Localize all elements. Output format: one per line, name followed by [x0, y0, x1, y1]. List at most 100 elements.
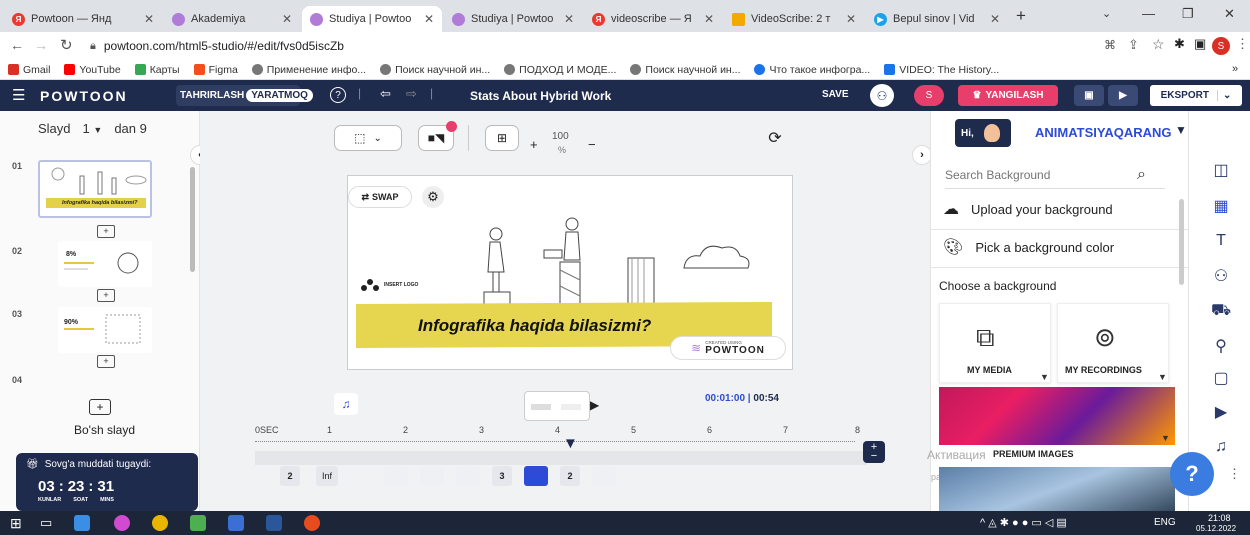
zoom-in-button[interactable]: +: [530, 137, 538, 152]
more-bookmarks-icon[interactable]: »: [1232, 63, 1238, 75]
browser-tab-active[interactable]: Studiya | Powtoo ✕: [302, 6, 442, 32]
browser-tab[interactable]: VideoScribe: 2 т ✕: [724, 6, 864, 32]
help-chat-button[interactable]: ?: [1170, 452, 1214, 496]
bookmark[interactable]: VIDEO: The History...: [884, 64, 999, 76]
scene-thumb[interactable]: [456, 466, 480, 486]
playhead-marker-icon[interactable]: ▼: [563, 435, 578, 452]
minimize-icon[interactable]: —: [1142, 6, 1155, 21]
share-icon[interactable]: ⇪: [1128, 37, 1139, 53]
task-view-icon[interactable]: ▭: [40, 515, 52, 531]
scene-chip[interactable]: Inf: [316, 466, 338, 486]
opera-icon[interactable]: [152, 515, 168, 531]
bookmark[interactable]: Поиск научной ин...: [630, 64, 740, 76]
slide-thumbnail-3[interactable]: 90%: [58, 307, 152, 353]
mode-edit-label[interactable]: TAHRIRLASH: [180, 90, 244, 101]
scene-thumb[interactable]: [420, 466, 444, 486]
file-explorer-icon[interactable]: [74, 515, 90, 531]
bookmark[interactable]: Figma: [193, 64, 238, 76]
system-tray-icons[interactable]: ^ ◬ ✱ ● ● ▭ ◁ ▤: [980, 516, 1067, 529]
character-avatar[interactable]: Hi,: [955, 119, 1011, 147]
timeline-track[interactable]: [255, 451, 867, 465]
slide-thumbnail-1[interactable]: Infografika haqida bilasizmi?: [38, 160, 152, 218]
yandex-browser-icon[interactable]: [304, 515, 320, 531]
music-button[interactable]: ♫: [334, 393, 358, 415]
timeline-ruler[interactable]: 0SEC 1 2 3 4 5 6 7 8 ▼: [255, 421, 875, 465]
duplicate-slide-icon[interactable]: +: [97, 355, 115, 368]
panel-scrollbar[interactable]: [1179, 199, 1184, 285]
save-button[interactable]: SAVE: [822, 89, 849, 100]
scene-duration-chip[interactable]: 3: [492, 466, 512, 486]
insert-logo-placeholder[interactable]: INSERT LOGO: [384, 282, 418, 288]
help-icon[interactable]: ?: [330, 87, 346, 103]
chevron-down-icon[interactable]: ▼: [1175, 123, 1187, 137]
extensions-icon[interactable]: ✱: [1174, 36, 1185, 52]
star-icon[interactable]: ☆: [1152, 36, 1165, 53]
more-icon[interactable]: ⋮: [1228, 466, 1241, 482]
background-image-card[interactable]: [939, 467, 1175, 511]
add-collaborator-icon[interactable]: ⚇: [870, 84, 894, 107]
close-icon[interactable]: ✕: [144, 12, 154, 26]
slides-scrollbar[interactable]: [190, 167, 195, 272]
close-icon[interactable]: ✕: [704, 12, 714, 26]
url-field[interactable]: 🔒︎ powtoon.com/html5-studio/#/edit/fvs0d…: [90, 36, 1090, 56]
language-indicator[interactable]: ENG: [1154, 517, 1176, 528]
expand-right-panel-button[interactable]: ›: [912, 145, 932, 165]
browser-tab[interactable]: Я videoscribe — Я ✕: [584, 6, 722, 32]
scene-thumb-active[interactable]: [524, 466, 548, 486]
video-icon[interactable]: ▶: [1211, 403, 1231, 423]
props-icon[interactable]: ⛟: [1211, 301, 1231, 321]
sidepanel-icon[interactable]: ▣: [1194, 36, 1206, 52]
bookmark[interactable]: Что такое инфогра...: [754, 64, 870, 76]
blank-slide-button[interactable]: Bo'sh slayd: [74, 423, 135, 437]
bookmark[interactable]: Gmail: [8, 64, 50, 76]
bookmark[interactable]: YouTube: [64, 64, 121, 76]
browser-tab[interactable]: ▶ Bepul sinov | Vid ✕: [866, 6, 1008, 32]
premium-images-card[interactable]: ▼: [939, 387, 1175, 445]
close-icon[interactable]: ✕: [846, 12, 856, 26]
browser-app-icon[interactable]: [114, 515, 130, 531]
word-icon[interactable]: [266, 515, 282, 531]
save-app-icon[interactable]: [228, 515, 244, 531]
clock-date[interactable]: 05.12.2022: [1196, 524, 1236, 533]
upgrade-button[interactable]: ♛ YANGILASH: [958, 85, 1058, 106]
duplicate-slide-icon[interactable]: +: [97, 289, 115, 302]
mode-create-label[interactable]: YARATMOQ: [246, 89, 313, 102]
browser-tab[interactable]: Akademiya ✕: [164, 6, 300, 32]
text-icon[interactable]: T: [1211, 231, 1231, 251]
stage-canvas[interactable]: ⇄ SWAP ⚙ INSERT LOGO Infografika haqida b…: [347, 175, 793, 370]
aspect-ratio-button[interactable]: ⬚ ⌄: [334, 125, 402, 151]
undo-icon[interactable]: ⇦: [380, 86, 391, 102]
scene-preview-popup[interactable]: [524, 391, 590, 421]
duplicate-slide-icon[interactable]: +: [97, 225, 115, 238]
app-icon[interactable]: [190, 515, 206, 531]
menu-icon[interactable]: ⋮: [1236, 36, 1249, 52]
search-icon[interactable]: ⌕: [1137, 166, 1146, 184]
scene-duration-chip[interactable]: 2: [280, 466, 300, 486]
search-input[interactable]: [945, 167, 1125, 182]
close-icon[interactable]: ✕: [990, 12, 1000, 26]
preview-mode-button[interactable]: ▣: [1074, 85, 1104, 106]
reload-icon[interactable]: ↻: [60, 36, 73, 54]
close-icon[interactable]: ✕: [564, 12, 574, 26]
play-icon[interactable]: ▶: [590, 398, 599, 412]
slide-select[interactable]: 1 ▼: [83, 121, 103, 136]
add-blank-slide-icon[interactable]: +: [89, 399, 111, 415]
close-icon[interactable]: ✕: [424, 12, 434, 26]
music-icon[interactable]: ♫: [1211, 437, 1231, 457]
hamburger-menu-icon[interactable]: ☰: [12, 86, 25, 104]
background-pattern-icon[interactable]: ▦: [1211, 197, 1231, 217]
export-button[interactable]: EKSPORT ⌄: [1150, 85, 1242, 106]
powtoon-logo[interactable]: POWTOON: [40, 88, 128, 104]
profile-avatar[interactable]: S: [1212, 37, 1230, 55]
image-icon[interactable]: ▢: [1211, 369, 1231, 389]
forward-icon[interactable]: →: [34, 37, 48, 53]
redo-icon[interactable]: ⇨: [406, 86, 417, 102]
pick-color-button[interactable]: 🎨︎ Pick a background color: [943, 237, 1114, 257]
bookmark[interactable]: Карты: [134, 64, 180, 76]
bookmark[interactable]: Поиск научной ин...: [380, 64, 490, 76]
scene-duration-chip[interactable]: 2: [560, 466, 580, 486]
play-preview-button[interactable]: ▶: [1108, 85, 1138, 106]
new-tab-button[interactable]: +: [1016, 6, 1026, 26]
clock-time[interactable]: 21:08: [1208, 513, 1231, 523]
shapes-icon[interactable]: ⚲: [1211, 337, 1231, 357]
